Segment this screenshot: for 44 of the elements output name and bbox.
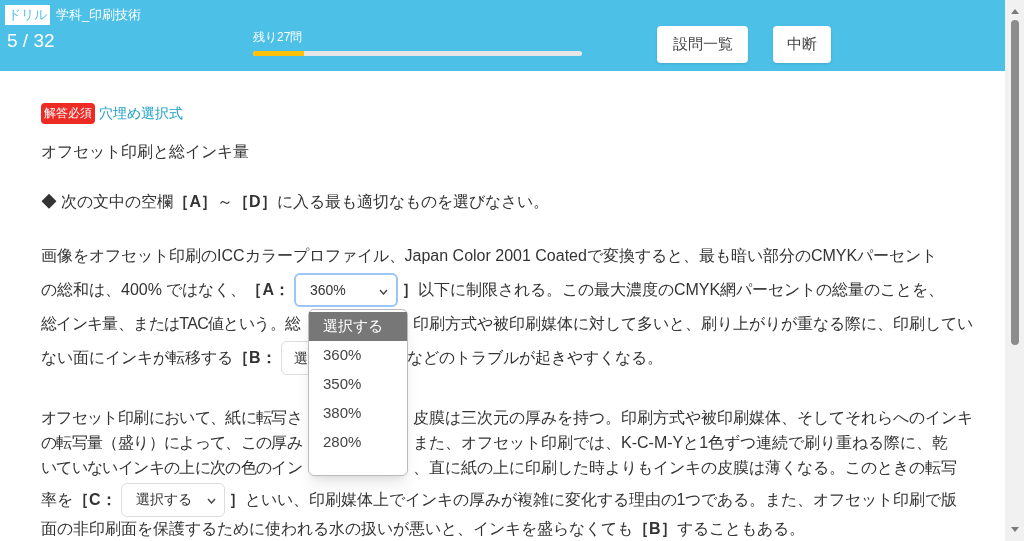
scrollbar-thumb[interactable]: [1010, 20, 1019, 345]
blank-label: ［A：: [246, 280, 290, 300]
sentence-text: 印刷方式や被印刷媒体に対して多いと、刷り上がりが重なる際に、印刷してい: [413, 314, 973, 334]
dropdown-option[interactable]: 350%: [309, 370, 407, 399]
dropdown-option[interactable]: 360%: [309, 341, 407, 370]
scrollbar[interactable]: [1005, 0, 1024, 541]
sentence-text: 総インキ量、またはTAC値という。総: [41, 314, 302, 334]
blank-label: ［B：: [233, 348, 277, 368]
sentence-text: の転写量（盛り）によって、この厚み: [41, 432, 303, 453]
question-type-label: 穴埋め選択式: [99, 104, 183, 123]
sentence-text: いていないインキの上に次の色のイン: [41, 457, 303, 478]
sentence-text: また、オフセット印刷では、K-C-M-Yと1色ずつ連続で刷り重ねる際に、乾: [413, 432, 949, 453]
sentence-text: 率を: [41, 489, 73, 510]
suspend-button[interactable]: 中断: [773, 26, 831, 63]
drill-badge: ドリル: [5, 5, 50, 25]
sentence-text: することもある。: [676, 518, 805, 539]
dropdown-option[interactable]: 280%: [309, 428, 407, 457]
sentence-text: 、直に紙の上に印刷した時よりもインキの皮膜は薄くなる。このときの転写: [413, 457, 957, 478]
sentence-text: 以下に制限される。この最大濃度のCMYK網パーセントの総量のことを、: [417, 280, 945, 300]
sentence-text: などのトラブルが起きやすくなる。: [406, 348, 663, 368]
dropdown-option[interactable]: 380%: [309, 399, 407, 428]
instruction-text: ◆ 次の文中の空欄［A］～［D］に入る最も適切なものを選びなさい。: [41, 192, 550, 212]
remaining-label: 残り27問: [253, 29, 304, 45]
chevron-down-icon: [206, 497, 216, 504]
select-field[interactable]: 選択する: [120, 482, 225, 517]
sentence-text: オフセット印刷において、紙に転写さ: [41, 407, 303, 428]
question-title: オフセット印刷と総インキ量: [41, 142, 250, 162]
blank-label: ］: [228, 489, 245, 510]
required-badge: 解答必須: [41, 103, 95, 124]
blank-label: ［C：: [73, 489, 117, 510]
sentence-text: 皮膜は三次元の厚みを持つ。印刷方式や被印刷媒体、そしてそれらへのインキ: [413, 407, 973, 428]
select-field[interactable]: 360%: [293, 273, 398, 307]
chevron-down-icon: [378, 289, 388, 295]
subject-label: 学科_印刷技術: [56, 6, 142, 25]
blank-label: ［B］: [633, 518, 677, 539]
sentence-text: 面の非印刷面を保護するために使われる水の扱いが悪いと、インキを盛らなくても: [41, 518, 633, 539]
blank-label: ］: [401, 280, 418, 300]
sentence-text: 画像をオフセット印刷のICCカラープロファイル、Japan Color 2001 Coatedで変換すると、最も暗い部分のCMYKパーセント: [41, 246, 938, 266]
question-list-button[interactable]: 設問一覧: [657, 26, 748, 63]
sentence-text: といい、印刷媒体上でインキの厚みが複雑に変化する理由の1つである。また、オフセット印刷で版: [244, 489, 958, 510]
dropdown-option[interactable]: 選択する: [309, 312, 407, 341]
question-counter: 5 / 32: [7, 29, 56, 53]
sentence-text: ない面にインキが転移する: [41, 348, 233, 368]
sentence-text: の総和は、400% ではなく、: [41, 280, 247, 300]
